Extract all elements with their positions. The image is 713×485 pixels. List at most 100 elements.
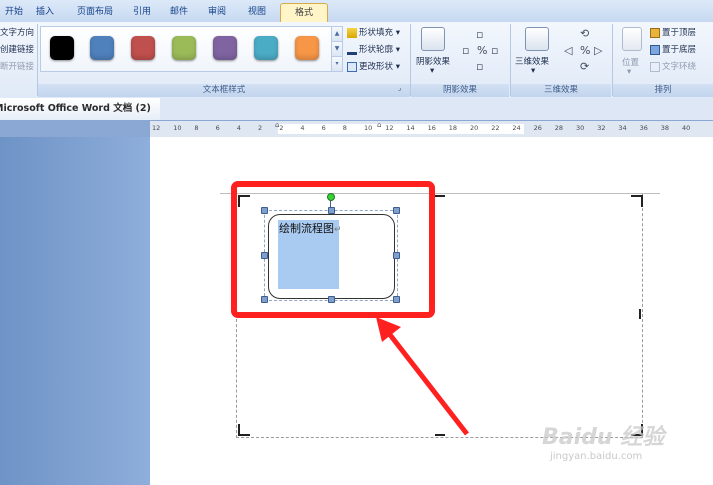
ruler-tick-label: 14: [406, 124, 415, 132]
ruler-tick-label: 10: [364, 124, 373, 132]
nudge-down-icon[interactable]: ▫: [476, 60, 483, 73]
right-indent-marker-icon[interactable]: ⌂: [377, 121, 381, 129]
create-link-button[interactable]: 创建链接: [0, 43, 34, 55]
shape-icon: [347, 61, 357, 72]
left-margin-area: [0, 137, 150, 485]
ruler-tick-label: 6: [215, 124, 220, 132]
ruler-tick-label: 28: [554, 124, 564, 132]
ruler-text-area: [278, 124, 524, 134]
tab-format[interactable]: 格式: [280, 3, 328, 23]
break-link-button[interactable]: 断开链接: [0, 60, 34, 72]
style-swatch-blue[interactable]: [90, 36, 114, 60]
arrow-shaft: [382, 325, 469, 436]
indent-marker-icon[interactable]: ⌂: [275, 121, 279, 129]
tab-insert[interactable]: 插入: [30, 3, 60, 22]
tab-mailings[interactable]: 邮件: [165, 3, 193, 22]
tilt-down-icon[interactable]: ⟳: [580, 60, 589, 73]
tab-home[interactable]: 开始: [0, 3, 28, 22]
watermark-logo: Baidu 经验: [542, 425, 665, 450]
ruler-tick-label: 38: [660, 124, 670, 132]
bring-front-label: 置于顶层: [662, 28, 697, 38]
three-d-effects-group-label: 三维效果: [511, 84, 611, 97]
gallery-scroll-up[interactable]: ▲: [331, 26, 343, 42]
ruler-tick-label: 12: [385, 124, 394, 132]
chevron-down-icon: ▾: [627, 67, 632, 77]
shape-outline-button[interactable]: 形状轮廓 ▾: [347, 43, 400, 55]
tab-view[interactable]: 视图: [243, 3, 271, 22]
ruler-tick-label: 16: [427, 124, 436, 132]
ruler-tick-label: 24: [512, 124, 521, 132]
shadow-effects-group-label: 阴影效果: [411, 84, 509, 97]
tilt-left-icon[interactable]: ◁: [564, 44, 572, 57]
style-swatch-aqua[interactable]: [254, 36, 278, 60]
three-d-effect-icon[interactable]: [525, 27, 549, 51]
ruler-tick-label: 26: [533, 124, 542, 132]
tab-page-layout[interactable]: 页面布局: [70, 3, 120, 22]
bring-front-icon: [650, 27, 660, 38]
gallery-scroll-down[interactable]: ▼: [331, 41, 343, 57]
document-tab-strip: [160, 98, 713, 120]
ribbon-tab-bar: 开始 插入 页面布局 引用 邮件 审阅 视图 格式: [0, 0, 713, 23]
gallery-more[interactable]: ▾: [331, 56, 343, 72]
ruler-tick-label: 8: [342, 124, 347, 132]
pen-icon: [347, 45, 357, 55]
text-wrap-button[interactable]: 文字环绕: [650, 60, 696, 72]
text-direction-button[interactable]: 文字方向: [0, 26, 34, 38]
ruler-tick-label: 10: [173, 124, 182, 132]
watermark-url: jingyan.baidu.com: [550, 451, 643, 462]
nudge-left-icon[interactable]: ▫: [462, 44, 469, 57]
tab-review[interactable]: 审阅: [203, 3, 231, 22]
textbox-styles-group-label: 文本框样式: [38, 84, 410, 97]
ruler-tick-label: 8: [194, 124, 199, 132]
position-icon[interactable]: [622, 27, 642, 51]
ruler-tick-label: 22: [491, 124, 500, 132]
three-d-toggle-icon[interactable]: %: [580, 44, 590, 57]
send-back-icon: [650, 44, 660, 55]
paint-bucket-icon: [347, 27, 357, 38]
style-swatch-black[interactable]: [50, 36, 74, 60]
ruler-tick-label: 18: [448, 124, 458, 132]
text-wrap-label: 文字环绕: [662, 62, 697, 72]
dialog-launcher-icon[interactable]: ⌟: [398, 84, 401, 92]
shape-fill-button[interactable]: 形状填充 ▾: [347, 26, 400, 38]
nudge-up-icon[interactable]: ▫: [476, 28, 483, 41]
tilt-up-icon[interactable]: ⟲: [580, 27, 589, 40]
shadow-toggle-icon[interactable]: %: [477, 44, 487, 57]
ruler-tick-label: 4: [236, 124, 241, 132]
ruler-tick-label: 2: [279, 124, 284, 132]
change-shape-button[interactable]: 更改形状 ▾: [347, 60, 400, 72]
arrow-head: [376, 317, 401, 342]
ruler-tick-label: 6: [321, 124, 326, 132]
ruler-tick-label: 30: [576, 124, 585, 132]
ruler-tick-label: 2: [258, 124, 263, 132]
ruler-tick-label: 34: [618, 124, 627, 132]
arrange-group-label: 排列: [613, 84, 713, 97]
send-to-back-button[interactable]: 置于底层: [650, 43, 696, 55]
chevron-down-icon: ▾: [430, 66, 435, 76]
ruler-tick-label: 40: [682, 124, 691, 132]
shape-fill-label: 形状填充: [359, 28, 394, 38]
ribbon: 文字方向 创建链接 断开链接 ▲ ▼ ▾ 形状填充 ▾ 形状轮廓 ▾ 更改形状 …: [0, 22, 713, 99]
document-tab[interactable]: Microsoft Office Word 文档 (2) * ×: [0, 98, 161, 120]
ruler-tick-label: 4: [300, 124, 305, 132]
tab-references[interactable]: 引用: [128, 3, 156, 22]
style-swatch-purple[interactable]: [213, 36, 237, 60]
ruler-tick-label: 12: [152, 124, 161, 132]
horizontal-ruler[interactable]: 12 10 8 6 4 2 2 4 6 8 10 12 14 16 18 20 22 24 26 28 30 32 34 36…: [150, 121, 713, 138]
send-back-label: 置于底层: [662, 45, 697, 55]
highlight-box: [231, 181, 435, 318]
style-swatch-green[interactable]: [172, 36, 196, 60]
style-swatch-orange[interactable]: [295, 36, 319, 60]
ruler-tick-label: 20: [470, 124, 479, 132]
style-swatch-red[interactable]: [131, 36, 155, 60]
shadow-effect-icon[interactable]: [421, 27, 445, 51]
tilt-right-icon[interactable]: ▷: [594, 44, 602, 57]
text-wrap-icon: [650, 61, 660, 72]
change-shape-label: 更改形状: [359, 62, 394, 72]
nudge-right-icon[interactable]: ▫: [491, 44, 498, 57]
document-title: Microsoft Office Word 文档 (2): [0, 103, 151, 114]
bring-to-front-button[interactable]: 置于顶层: [650, 26, 696, 38]
document-page[interactable]: 绘制流程图↵ Baidu 经验 jingyan.baidu.com: [150, 137, 713, 485]
chevron-down-icon: ▾: [531, 66, 536, 76]
ruler-tick-label: 36: [639, 124, 648, 132]
